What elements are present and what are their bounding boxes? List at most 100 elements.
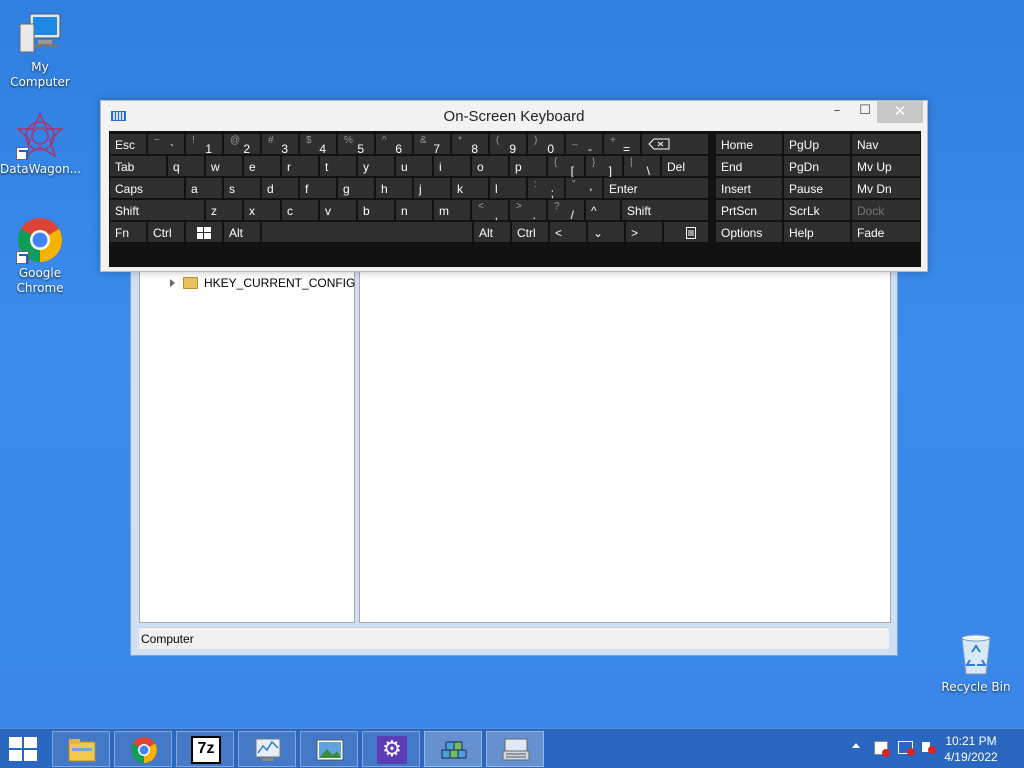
clock[interactable]: 10:21 PM 4/19/2022 <box>936 733 1006 765</box>
key-menu[interactable] <box>663 221 709 243</box>
key-windows[interactable] <box>185 221 223 243</box>
key-8[interactable]: * 8 <box>451 133 489 156</box>
show-hidden-icons-arrow-icon[interactable] <box>852 743 860 748</box>
key-d[interactable]: d <box>261 177 299 199</box>
key-,[interactable]: <, <box>471 199 509 222</box>
key-alt-right[interactable]: Alt <box>473 221 511 243</box>
key-;[interactable]: :; <box>527 177 565 200</box>
key-backspace[interactable] <box>641 133 709 155</box>
key-t[interactable]: t <box>319 155 357 177</box>
key-.[interactable]: >. <box>509 199 547 222</box>
key-y[interactable]: y <box>357 155 395 177</box>
key-tab[interactable]: Tab <box>109 155 167 177</box>
key-e[interactable]: e <box>243 155 281 177</box>
minimize-button[interactable]: – <box>823 101 851 123</box>
network-icon[interactable] <box>898 741 915 756</box>
key-j[interactable]: j <box>413 177 451 199</box>
key-caps[interactable]: Caps <box>109 177 185 199</box>
key-s[interactable]: s <box>223 177 261 199</box>
key-ctrl-left[interactable]: Ctrl <box>147 221 185 243</box>
desktop-icon-datawagon[interactable]: DataWagon... <box>0 112 81 177</box>
title-bar[interactable]: On-Screen Keyboard – ☐ ✕ <box>101 101 927 131</box>
key--[interactable]: _ - <box>565 133 603 156</box>
key-esc[interactable]: Esc <box>109 133 147 155</box>
key-ctrl-right[interactable]: Ctrl <box>511 221 549 243</box>
maximize-button[interactable]: ☐ <box>851 101 879 123</box>
key-1[interactable]: ! 1 <box>185 133 223 156</box>
key-m[interactable]: m <box>433 199 471 221</box>
key-'[interactable]: " ' <box>565 177 603 200</box>
key-6[interactable]: ^ 6 <box>375 133 413 156</box>
close-button[interactable]: ✕ <box>877 101 923 123</box>
key-b[interactable]: b <box>357 199 395 221</box>
desktop-icon-google-chrome[interactable]: Google Chrome <box>0 216 80 296</box>
key-right-arrow[interactable]: > <box>625 221 663 243</box>
key-/[interactable]: ? / <box>547 199 585 222</box>
key-shift-left[interactable]: Shift <box>109 199 205 221</box>
key-x[interactable]: x <box>243 199 281 221</box>
key-n[interactable]: n <box>395 199 433 221</box>
key-i[interactable]: i <box>433 155 471 177</box>
key-][interactable]: }] <box>585 155 623 178</box>
start-button[interactable] <box>8 736 38 762</box>
key-mvup[interactable]: Mv Up <box>851 155 921 177</box>
key-p[interactable]: p <box>509 155 547 177</box>
key-7[interactable]: & 7 <box>413 133 451 156</box>
key-`[interactable]: ~ ` <box>147 133 185 156</box>
key-g[interactable]: g <box>337 177 375 199</box>
key-mvdn[interactable]: Mv Dn <box>851 177 921 199</box>
key-[[interactable]: {[ <box>547 155 585 178</box>
key-home[interactable]: Home <box>715 133 783 155</box>
key-2[interactable]: @2 <box>223 133 261 156</box>
key-help[interactable]: Help <box>783 221 851 243</box>
key-end[interactable]: End <box>715 155 783 177</box>
registry-values-pane[interactable] <box>359 263 891 623</box>
key-4[interactable]: $4 <box>299 133 337 156</box>
key-r[interactable]: r <box>281 155 319 177</box>
taskbar-photo-viewer[interactable] <box>300 731 358 767</box>
key-k[interactable]: k <box>451 177 489 199</box>
key-v[interactable]: v <box>319 199 357 221</box>
taskbar-7zip[interactable]: 7z <box>176 731 234 767</box>
key-left-arrow[interactable]: < <box>549 221 587 243</box>
key-space[interactable] <box>261 221 473 243</box>
taskbar-settings[interactable]: ⚙ <box>362 731 420 767</box>
desktop-icon-recycle-bin[interactable]: Recycle Bin <box>936 630 1016 695</box>
key-z[interactable]: z <box>205 199 243 221</box>
desktop-icon-my-computer[interactable]: My Computer <box>0 10 80 90</box>
key-dock[interactable]: Dock <box>851 199 921 221</box>
key-pause[interactable]: Pause <box>783 177 851 199</box>
key-h[interactable]: h <box>375 177 413 199</box>
key-options[interactable]: Options <box>715 221 783 243</box>
key-5[interactable]: % 5 <box>337 133 375 156</box>
key-\[interactable]: | \ <box>623 155 661 178</box>
key-3[interactable]: #3 <box>261 133 299 156</box>
key-prtscn[interactable]: PrtScn <box>715 199 783 221</box>
key-f[interactable]: f <box>299 177 337 199</box>
key-9[interactable]: (9 <box>489 133 527 156</box>
key-alt-left[interactable]: Alt <box>223 221 261 243</box>
key-c[interactable]: c <box>281 199 319 221</box>
key-a[interactable]: a <box>185 177 223 199</box>
key-0[interactable]: ) 0 <box>527 133 565 156</box>
key-up-arrow[interactable]: ^ <box>585 199 621 221</box>
taskbar-on-screen-keyboard[interactable] <box>486 731 544 767</box>
key-insert[interactable]: Insert <box>715 177 783 199</box>
taskbar-chrome[interactable] <box>114 731 172 767</box>
key-o[interactable]: o <box>471 155 509 177</box>
action-center-flag-icon[interactable] <box>874 741 890 757</box>
volume-muted-icon[interactable] <box>922 742 936 754</box>
key-w[interactable]: w <box>205 155 243 177</box>
key-l[interactable]: l <box>489 177 527 199</box>
taskbar-file-explorer[interactable] <box>52 731 110 767</box>
key-nav[interactable]: Nav <box>851 133 921 155</box>
key-del[interactable]: Del <box>661 155 709 177</box>
key-fn[interactable]: Fn <box>109 221 147 243</box>
key-enter[interactable]: Enter <box>603 177 709 199</box>
key-shift-right[interactable]: Shift <box>621 199 709 221</box>
key-down-arrow[interactable]: ⌄ <box>587 221 625 243</box>
key-scrlk[interactable]: ScrLk <box>783 199 851 221</box>
key-fade[interactable]: Fade <box>851 221 921 243</box>
key-pgup[interactable]: PgUp <box>783 133 851 155</box>
key-pgdn[interactable]: PgDn <box>783 155 851 177</box>
